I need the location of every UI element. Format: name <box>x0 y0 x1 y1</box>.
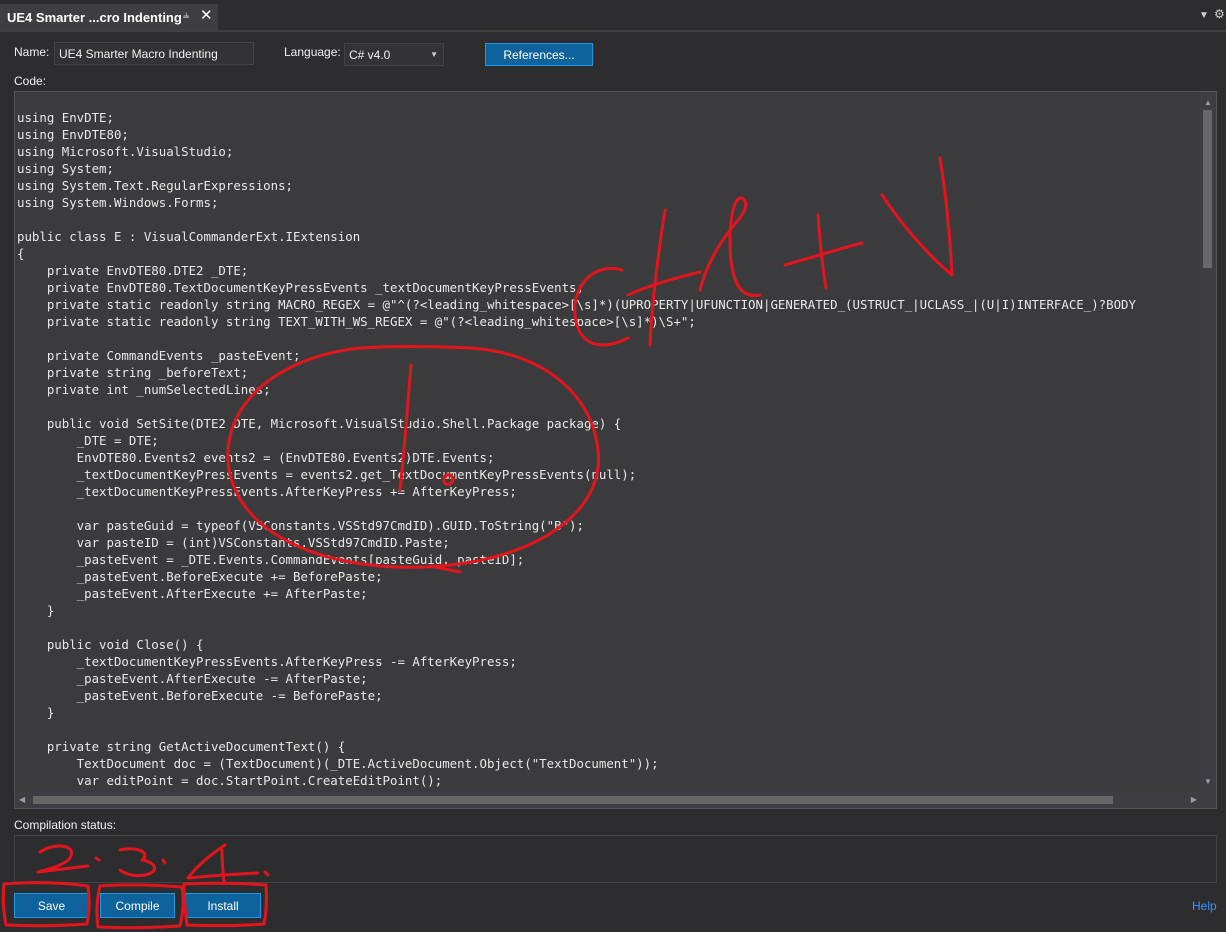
code-line[interactable]: _textDocumentKeyPressEvents.AfterKeyPres… <box>17 653 1202 670</box>
code-line[interactable]: private string _beforeText; <box>17 364 1202 381</box>
scroll-left-icon[interactable]: ◀ <box>19 795 25 804</box>
code-line[interactable]: _DTE = DTE; <box>17 432 1202 449</box>
code-label: Code: <box>14 74 47 88</box>
vertical-scroll-thumb[interactable] <box>1203 110 1212 268</box>
references-button[interactable]: References... <box>485 43 593 66</box>
code-line[interactable]: private CommandEvents _pasteEvent; <box>17 347 1202 364</box>
code-text[interactable]: using EnvDTE; using EnvDTE80; using Micros… <box>17 109 1202 789</box>
code-line[interactable] <box>17 211 1202 228</box>
language-value: C# v4.0 <box>349 47 391 62</box>
horizontal-scroll-thumb[interactable] <box>33 796 1113 804</box>
name-input[interactable] <box>54 42 254 65</box>
language-select[interactable]: C# v4.0 ▼ <box>344 43 444 66</box>
code-line[interactable] <box>17 330 1202 347</box>
code-line[interactable]: private static readonly string MACRO_REG… <box>17 296 1202 313</box>
code-line[interactable]: _pasteEvent.AfterExecute -= AfterPaste; <box>17 670 1202 687</box>
scroll-up-icon[interactable]: ▲ <box>1204 98 1212 107</box>
code-line[interactable]: public void Close() { <box>17 636 1202 653</box>
code-line[interactable]: private EnvDTE80.DTE2 _DTE; <box>17 262 1202 279</box>
chevron-down-icon: ▼ <box>430 50 438 59</box>
code-line[interactable]: _textDocumentKeyPressEvents = events2.ge… <box>17 466 1202 483</box>
pin-icon[interactable]: ⫨ <box>183 9 189 22</box>
gear-icon[interactable]: ⚙ <box>1214 7 1225 21</box>
document-tab[interactable]: UE4 Smarter ...cro Indenting ⫨ ✕ <box>0 4 218 30</box>
code-line[interactable] <box>17 398 1202 415</box>
code-line[interactable]: _pasteEvent.AfterExecute += AfterPaste; <box>17 585 1202 602</box>
code-line[interactable]: } <box>17 602 1202 619</box>
language-label: Language: <box>284 45 341 59</box>
compilation-status-label: Compilation status: <box>14 818 117 832</box>
scroll-right-icon[interactable]: ▶ <box>1191 795 1197 804</box>
code-line[interactable]: _pasteEvent.BeforeExecute += BeforePaste… <box>17 568 1202 585</box>
code-line[interactable]: EnvDTE80.Events2 events2 = (EnvDTE80.Eve… <box>17 449 1202 466</box>
vertical-scrollbar[interactable]: ▲ ▼ <box>1200 92 1216 792</box>
code-line[interactable]: private int _numSelectedLines; <box>17 381 1202 398</box>
close-icon[interactable]: ✕ <box>200 6 213 24</box>
save-button[interactable]: Save <box>14 893 89 918</box>
code-line[interactable] <box>17 500 1202 517</box>
horizontal-scrollbar[interactable]: ◀ ▶ <box>15 792 1201 808</box>
code-line[interactable]: using EnvDTE; <box>17 109 1202 126</box>
code-line[interactable]: public void SetSite(DTE2 DTE, Microsoft.… <box>17 415 1202 432</box>
scrollbar-corner <box>1200 792 1216 808</box>
code-line[interactable]: using System.Windows.Forms; <box>17 194 1202 211</box>
code-line[interactable]: _pasteEvent.BeforeExecute -= BeforePaste… <box>17 687 1202 704</box>
code-line[interactable] <box>17 619 1202 636</box>
compilation-status-box <box>14 835 1217 883</box>
tab-title: UE4 Smarter ...cro Indenting <box>7 9 182 25</box>
code-line[interactable]: _textDocumentKeyPressEvents.AfterKeyPres… <box>17 483 1202 500</box>
code-line[interactable] <box>17 721 1202 738</box>
help-link[interactable]: Help <box>1192 899 1217 913</box>
code-line[interactable]: using EnvDTE80; <box>17 126 1202 143</box>
install-button[interactable]: Install <box>185 893 261 918</box>
code-line[interactable]: var pasteID = (int)VSConstants.VSStd97Cm… <box>17 534 1202 551</box>
scroll-down-icon[interactable]: ▼ <box>1204 777 1212 786</box>
code-line[interactable]: } <box>17 704 1202 721</box>
code-line[interactable]: { <box>17 245 1202 262</box>
code-line[interactable]: TextDocument doc = (TextDocument)(_DTE.A… <box>17 755 1202 772</box>
code-line[interactable]: private EnvDTE80.TextDocumentKeyPressEve… <box>17 279 1202 296</box>
code-line[interactable]: using System; <box>17 160 1202 177</box>
code-line[interactable]: using System.Text.RegularExpressions; <box>17 177 1202 194</box>
code-line[interactable]: using Microsoft.VisualStudio; <box>17 143 1202 160</box>
code-line[interactable]: private string GetActiveDocumentText() { <box>17 738 1202 755</box>
compile-button[interactable]: Compile <box>100 893 175 918</box>
code-line[interactable]: var pasteGuid = typeof(VSConstants.VSStd… <box>17 517 1202 534</box>
document-tab-bar: UE4 Smarter ...cro Indenting ⫨ ✕ ▼ ⚙ <box>0 0 1226 32</box>
code-line[interactable]: _pasteEvent = _DTE.Events.CommandEvents[… <box>17 551 1202 568</box>
name-label: Name: <box>14 45 50 59</box>
code-line[interactable]: public class E : VisualCommanderExt.IExt… <box>17 228 1202 245</box>
tab-list-dropdown-icon[interactable]: ▼ <box>1199 10 1209 21</box>
code-line[interactable]: private static readonly string TEXT_WITH… <box>17 313 1202 330</box>
code-line[interactable]: var editPoint = doc.StartPoint.CreateEdi… <box>17 772 1202 789</box>
code-editor[interactable]: using EnvDTE; using EnvDTE80; using Micros… <box>14 91 1217 809</box>
